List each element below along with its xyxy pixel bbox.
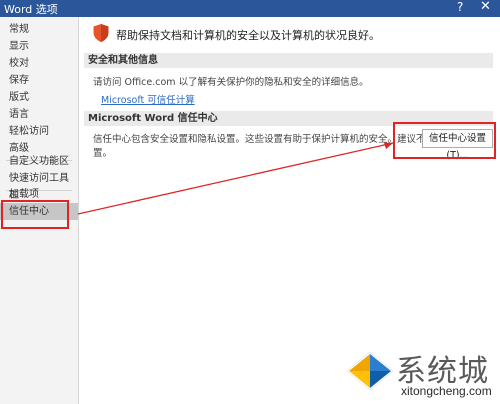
sidebar-item-proofing[interactable]: 校对 xyxy=(0,55,78,72)
sidebar-item-quick-access-toolbar[interactable]: 快速访问工具栏 xyxy=(0,170,78,201)
watermark-url: xitongcheng.com xyxy=(401,384,492,398)
window-title: Word 选项 xyxy=(4,3,58,16)
intro-text: 帮助保持文档和计算机的安全以及计算机的状况良好。 xyxy=(116,29,380,42)
logo-icon xyxy=(346,351,394,391)
annotation-box-trust-center xyxy=(1,200,69,229)
sidebar-item-display[interactable]: 显示 xyxy=(0,38,78,55)
title-bar: Word 选项 ? ✕ xyxy=(0,0,500,17)
trustworthy-computing-link[interactable]: Microsoft 可信任计算 xyxy=(101,92,195,106)
annotation-box-settings-button xyxy=(393,122,496,159)
sidebar-item-language[interactable]: 语言 xyxy=(0,106,78,123)
privacy-section-header: 安全和其他信息 xyxy=(84,53,493,68)
sidebar-item-accessibility[interactable]: 轻松访问 xyxy=(0,123,78,140)
watermark: 系统城 xitongcheng.com xyxy=(343,346,500,404)
sidebar-item-customize-ribbon[interactable]: 自定义功能区 xyxy=(0,153,78,170)
privacy-text: 请访问 Office.com 以了解有关保护你的隐私和安全的详细信息。 xyxy=(93,77,369,88)
sidebar-item-layout[interactable]: 版式 xyxy=(0,89,78,106)
sidebar-item-save[interactable]: 保存 xyxy=(0,72,78,89)
help-button[interactable]: ? xyxy=(457,0,463,14)
sidebar-item-general[interactable]: 常规 xyxy=(0,21,78,38)
close-button[interactable]: ✕ xyxy=(480,0,491,14)
shield-icon xyxy=(93,24,109,42)
